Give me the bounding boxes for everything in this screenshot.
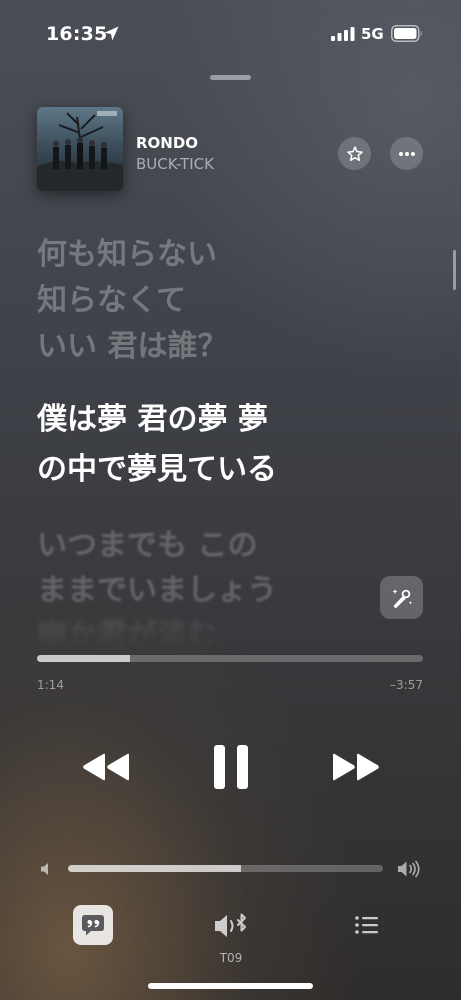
lyric-line-current[interactable]: の中で夢見ている — [37, 451, 277, 489]
lyric-line[interactable]: 何も知らない — [37, 236, 217, 274]
remaining-time: –3:57 — [390, 678, 423, 692]
sheet-grabber[interactable] — [210, 75, 251, 80]
queue-button[interactable] — [352, 910, 382, 940]
album-artwork[interactable] — [37, 107, 123, 191]
lyric-line-current[interactable]: 僕は夢 君の夢 夢 — [37, 401, 268, 439]
signal-icon — [331, 27, 355, 41]
status-bar: 16:35 5G — [0, 0, 461, 62]
lyric-line[interactable]: いい 君は誰？ — [37, 328, 227, 366]
rewind-button[interactable] — [78, 745, 134, 789]
pause-icon — [214, 745, 248, 789]
more-options-button[interactable] — [390, 137, 423, 170]
playback-scrubber[interactable] — [37, 655, 423, 662]
lyric-line[interactable]: ままでいましょう — [37, 572, 277, 610]
star-icon — [346, 145, 363, 161]
playback-progress-fill — [37, 655, 130, 662]
airplay-device-label: T09 — [219, 951, 243, 965]
pause-button[interactable] — [206, 740, 256, 794]
location-arrow-icon — [104, 26, 119, 41]
lyric-line[interactable]: 知らなくて — [37, 282, 186, 320]
forward-icon — [333, 753, 379, 781]
volume-high-icon — [398, 860, 420, 878]
queue-icon — [355, 916, 378, 934]
network-type: 5G — [361, 25, 384, 43]
lyric-line[interactable]: いつまでも この — [37, 527, 257, 565]
volume-low-icon — [41, 863, 48, 875]
status-time: 16:35 — [46, 23, 108, 45]
volume-level-fill — [68, 865, 242, 872]
lyrics-toggle-button[interactable] — [73, 905, 113, 945]
sing-button[interactable] — [380, 576, 423, 619]
song-title: RONDO — [136, 134, 199, 152]
more-icon — [398, 151, 415, 156]
airplay-speaker-icon — [215, 913, 246, 937]
home-indicator[interactable] — [148, 983, 313, 989]
sing-icon — [392, 588, 412, 608]
elapsed-time: 1:14 — [37, 678, 64, 692]
rewind-icon — [83, 753, 129, 781]
fast-forward-button[interactable] — [328, 745, 384, 789]
volume-slider[interactable] — [68, 865, 383, 872]
airplay-button[interactable] — [212, 910, 250, 942]
lyrics-icon — [82, 915, 104, 936]
scroll-indicator — [453, 250, 456, 290]
lyric-line[interactable]: 幽か君が淡む — [37, 617, 217, 652]
lyrics-panel[interactable]: 何も知らない 知らなくて いい 君は誰？ 僕は夢 君の夢 夢 の中で夢見ている … — [37, 232, 437, 652]
battery-icon — [391, 25, 422, 42]
favorite-button[interactable] — [338, 137, 371, 170]
song-artist[interactable]: BUCK-TICK — [136, 155, 214, 173]
